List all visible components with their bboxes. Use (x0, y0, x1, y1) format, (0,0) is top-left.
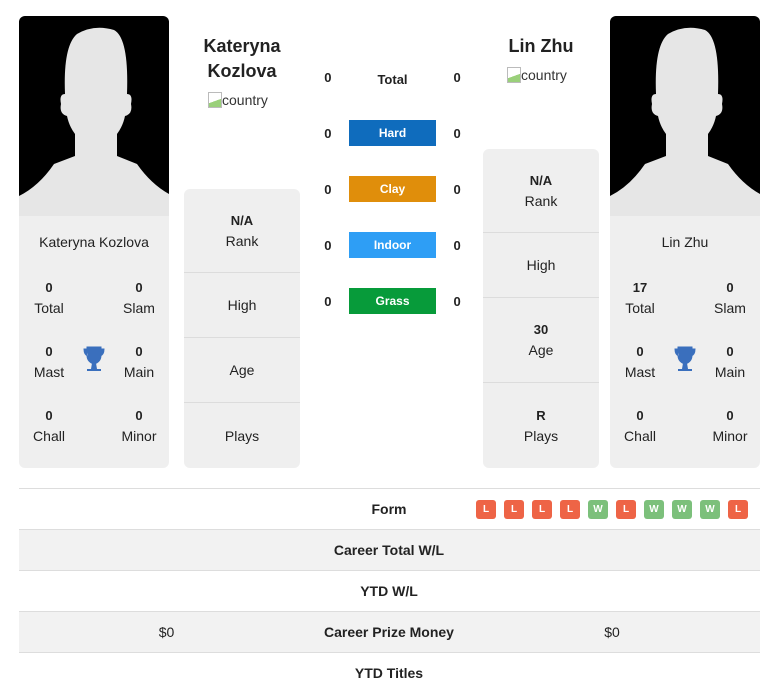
player2-header-name[interactable]: Lin Zhu (483, 34, 599, 59)
form-badge-win[interactable]: W (700, 500, 720, 519)
h2h-row-hard: 0 Hard 0 (315, 120, 470, 146)
h2h-p1-count: 0 (324, 69, 332, 85)
h2h-p1-count: 0 (324, 125, 332, 141)
form-badges: LLLLWLWWWL (476, 500, 756, 519)
player1-slam: 0 Slam (123, 280, 155, 316)
player1-header-name[interactable]: Kateryna Kozlova (184, 34, 300, 84)
broken-image-icon (507, 67, 521, 83)
player2-age: 30 Age (483, 298, 599, 383)
h2h-row-indoor: 0 Indoor 0 (315, 232, 470, 258)
player1-photo (19, 16, 169, 216)
player2-high: High (483, 233, 599, 298)
player2-chall: 0 Chall (624, 408, 656, 444)
player2-slam: 0 Slam (714, 280, 746, 316)
player1-age: Age (184, 338, 300, 403)
player1-country-flag: country (208, 92, 268, 108)
player1-card-name: Kateryna Kozlova (39, 234, 149, 250)
player2-card: Lin Zhu 17 Total 0 Slam 0 Mast 0 Main 0 Chall… (610, 16, 760, 468)
player2-rank: N/A Rank (483, 149, 599, 233)
player2-main: 0 Main (714, 344, 746, 380)
player2-card-name: Lin Zhu (661, 234, 709, 250)
h2h-p1-count: 0 (324, 181, 332, 197)
h2h-p1-count: 0 (324, 293, 332, 309)
player1-high: High (184, 273, 300, 338)
h2h-row-clay: 0 Clay 0 (315, 176, 470, 202)
silhouette-icon (610, 27, 760, 216)
form-label: Form (371, 501, 407, 517)
h2h-p2-count: 0 (453, 293, 461, 309)
ytd-wl-row: YTD W/L (19, 570, 760, 611)
player1-card: Kateryna Kozlova 0 Total 0 Slam 0 Mast 0 Mai… (19, 16, 169, 468)
form-badge-loss[interactable]: L (532, 500, 552, 519)
surface-label-hard[interactable]: Hard (348, 120, 437, 146)
form-badge-loss[interactable]: L (560, 500, 580, 519)
form-badge-loss[interactable]: L (476, 500, 496, 519)
form-badge-loss[interactable]: L (504, 500, 524, 519)
ytd-titles-row: YTD Titles (19, 652, 760, 693)
broken-image-icon (208, 92, 222, 108)
player2-total: 17 Total (625, 280, 655, 316)
surface-label-indoor[interactable]: Indoor (348, 232, 437, 258)
form-badge-loss[interactable]: L (728, 500, 748, 519)
h2h-p2-count: 0 (453, 181, 461, 197)
trophy-icon (83, 346, 105, 371)
player1-chall: 0 Chall (33, 408, 65, 444)
player1-rank: N/A Rank (184, 189, 300, 273)
form-badge-win[interactable]: W (672, 500, 692, 519)
surface-label-grass[interactable]: Grass (348, 288, 437, 314)
surface-label-total[interactable]: Total (349, 64, 436, 90)
player1-stats: N/A Rank High Age Plays (184, 189, 300, 468)
h2h-p2-count: 0 (453, 125, 461, 141)
player2-minor: 0 Minor (712, 408, 748, 444)
player2-photo (610, 16, 760, 216)
form-badge-win[interactable]: W (588, 500, 608, 519)
surface-label-clay[interactable]: Clay (348, 176, 437, 202)
player2-country-flag: country (507, 67, 567, 83)
player1-mast: 0 Mast (33, 344, 65, 380)
player1-main: 0 Main (123, 344, 155, 380)
player1-minor: 0 Minor (121, 408, 157, 444)
h2h-row-total: 0 Total 0 (315, 64, 470, 90)
player2-stats: N/A Rank High 30 Age R Plays (483, 149, 599, 468)
career-wl-row: Career Total W/L (19, 529, 760, 570)
h2h-p1-count: 0 (324, 237, 332, 253)
player1-total: 0 Total (34, 280, 64, 316)
prize-money-row: $0 Career Prize Money $0 (19, 611, 760, 652)
form-badge-win[interactable]: W (644, 500, 664, 519)
h2h-p2-count: 0 (453, 69, 461, 85)
form-badge-loss[interactable]: L (616, 500, 636, 519)
silhouette-icon (19, 27, 169, 216)
player1-plays: Plays (224, 427, 260, 444)
h2h-p2-count: 0 (453, 237, 461, 253)
player2-mast: 0 Mast (624, 344, 656, 380)
player2-plays: R Plays (523, 407, 559, 444)
trophy-icon (674, 346, 696, 371)
h2h-row-grass: 0 Grass 0 (315, 288, 470, 314)
